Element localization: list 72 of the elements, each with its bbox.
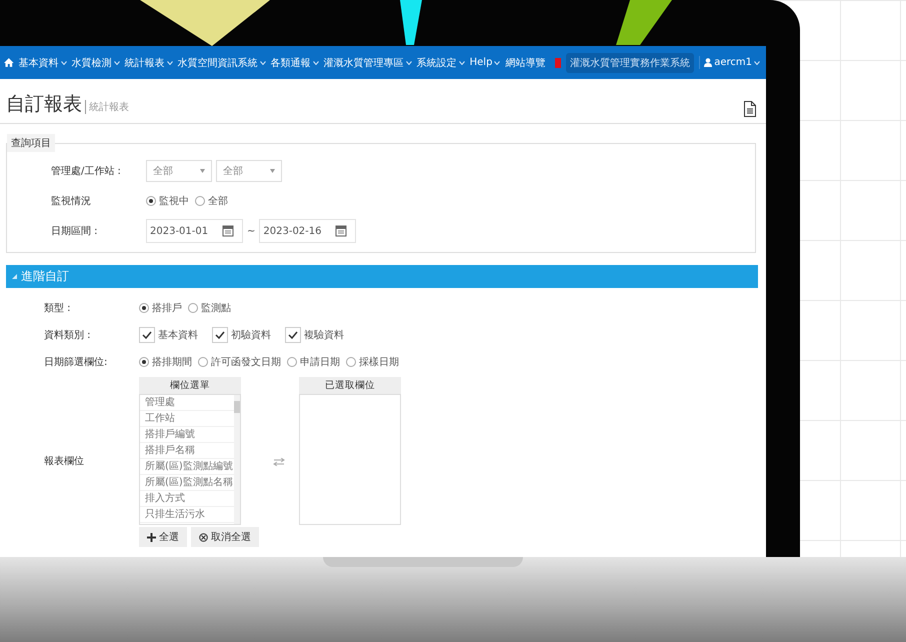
field-label: 資料類別 : <box>43 328 92 342</box>
field-label: 報表欄位 <box>43 454 85 468</box>
document-icon[interactable] <box>744 101 756 117</box>
radio-option[interactable]: 監測點 <box>188 300 231 314</box>
calendar-icon[interactable] <box>222 225 234 237</box>
field-label: 管理處/工作站 : <box>50 164 122 178</box>
field-label: 監視情況 <box>50 194 92 208</box>
pointer-drawing <box>616 0 672 45</box>
radio-option[interactable]: 申請日期 <box>287 354 340 368</box>
home-icon[interactable] <box>4 58 14 67</box>
nav-menu-item[interactable]: 各類通報 <box>270 56 319 70</box>
list-header: 欄位選單 <box>139 377 241 394</box>
breadcrumb: 統計報表 <box>85 100 129 114</box>
radio-button[interactable] <box>198 356 208 366</box>
clear-all-button[interactable]: 取消全選 <box>191 527 259 547</box>
checkbox[interactable] <box>285 326 301 342</box>
bookmark-icon <box>555 58 562 68</box>
user-icon <box>704 58 712 67</box>
checkmark-icon <box>215 330 225 338</box>
checkbox-option[interactable]: 基本資料 <box>139 326 198 342</box>
checkmark-icon <box>288 330 298 338</box>
field-label: 類型 : <box>43 302 72 314</box>
pointer-drawing <box>400 0 422 45</box>
cancel-icon <box>199 532 208 542</box>
radio-button[interactable] <box>195 196 205 206</box>
nav-menu-item[interactable]: 網站導覽 <box>505 56 546 70</box>
checkbox[interactable] <box>212 326 228 342</box>
plus-icon <box>147 532 156 542</box>
radio-option[interactable]: 採樣日期 <box>346 354 399 368</box>
radio-button[interactable] <box>346 356 356 366</box>
nav-menu-item[interactable]: 統計報表 <box>124 56 173 70</box>
radio-option[interactable]: 搭排戶 <box>139 300 182 314</box>
expand-triangle-icon <box>12 274 17 279</box>
radio-button[interactable] <box>188 302 198 312</box>
select-field[interactable]: 全部 <box>216 160 282 182</box>
calendar-icon[interactable] <box>335 225 348 237</box>
date-field[interactable]: 2023-01-01 <box>146 219 243 243</box>
system-notice: 灌溉水質管理實務作業系統 <box>566 52 694 72</box>
nav-menu-item[interactable]: Help <box>470 57 500 68</box>
checkbox[interactable] <box>139 326 155 342</box>
nav-menu-item[interactable]: 基本資料 <box>18 56 67 70</box>
radio-option[interactable]: 搭排期間 <box>139 354 192 368</box>
panel-legend: 查詢項目 <box>7 134 55 152</box>
checkmark-icon <box>142 330 152 338</box>
radio-button[interactable] <box>139 302 149 312</box>
field-listbox[interactable]: 管理處 工作站 搭排戶編號 搭排戶名稱 所屬(區)監測點編號 所屬(區)監測點名稱 排入方式 只排生活污水 <box>139 394 241 525</box>
dropdown-arrow-icon <box>270 169 275 173</box>
field-label: 日期篩選欄位: <box>43 356 108 368</box>
field-label: 日期區間 : <box>50 224 99 238</box>
page-title: 自訂報表 <box>6 92 82 117</box>
user-menu[interactable]: aercm1 <box>699 56 762 69</box>
radio-button[interactable] <box>287 356 297 366</box>
nav-menu-item[interactable]: 水質檢測 <box>72 56 120 70</box>
select-all-button[interactable]: 全選 <box>139 527 187 547</box>
radio-option[interactable]: 監視中 <box>146 194 189 208</box>
select-field[interactable]: 全部 <box>146 160 212 182</box>
list-header: 已選取欄位 <box>299 377 401 394</box>
checkbox-option[interactable]: 複驗資料 <box>285 326 344 342</box>
radio-button[interactable] <box>146 196 156 206</box>
checkbox-option[interactable]: 初驗資料 <box>212 326 271 342</box>
nav-menu-item[interactable]: 水質空間資訊系統 <box>178 56 266 70</box>
radio-option[interactable]: 許可函發文日期 <box>198 354 281 368</box>
dropdown-arrow-icon <box>200 169 205 173</box>
caret-icon <box>754 60 760 64</box>
range-separator: ~ <box>247 226 256 236</box>
radio-button[interactable] <box>139 356 149 366</box>
date-field[interactable]: 2023-02-16 <box>259 219 356 243</box>
radio-option[interactable]: 全部 <box>195 194 228 208</box>
scrollbar[interactable] <box>234 395 240 524</box>
nav-menu-item[interactable]: 系統設定 <box>416 56 465 70</box>
section-header[interactable]: 進階自訂 <box>6 265 758 288</box>
nav-menu-item[interactable]: 灌溉水質管理專區 <box>324 56 412 70</box>
